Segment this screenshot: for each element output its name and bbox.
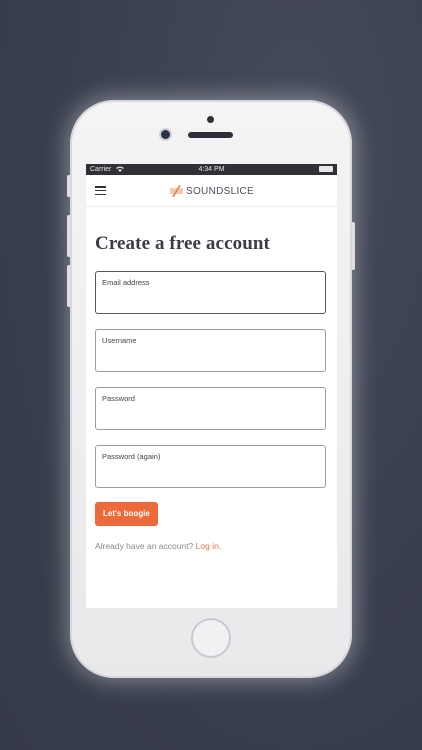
menu-icon[interactable] [95, 186, 106, 196]
status-bar: Carrier 4:34 PM [86, 164, 337, 175]
login-prompt-suffix: . [218, 541, 222, 551]
email-input[interactable] [102, 290, 319, 308]
status-time: 4:34 PM [198, 166, 225, 173]
app-header: SOUNDSLICE [86, 175, 337, 207]
submit-button[interactable]: Let's boogie [95, 502, 158, 526]
soundslice-logo-mark [170, 184, 183, 198]
brand-logo[interactable]: SOUNDSLICE [170, 183, 254, 199]
app-screen: Carrier 4:34 PM SOUNDSLICE Create a free… [86, 164, 337, 608]
proximity-sensor [207, 116, 214, 123]
front-camera [161, 130, 170, 139]
password-input[interactable] [102, 406, 319, 424]
brand-name: SOUNDSLICE [186, 185, 255, 197]
login-prompt: Already have an account? Log in. [95, 541, 328, 551]
username-field[interactable]: Username [95, 329, 326, 372]
password-confirm-label: Password (again) [102, 452, 161, 461]
earpiece-speaker [188, 132, 233, 138]
battery-icon [319, 166, 333, 172]
home-button[interactable] [191, 618, 231, 658]
page-title: Create a free account [95, 233, 270, 254]
login-link[interactable]: Log in [196, 541, 219, 551]
signup-content: Create a free account Email address User… [86, 233, 337, 551]
username-input[interactable] [102, 348, 319, 366]
email-field[interactable]: Email address [95, 271, 326, 314]
password-confirm-field[interactable]: Password (again) [95, 445, 326, 488]
username-label: Username [102, 336, 137, 345]
email-label: Email address [102, 278, 150, 287]
password-confirm-input[interactable] [102, 464, 319, 482]
password-field[interactable]: Password [95, 387, 326, 430]
password-label: Password [102, 394, 135, 403]
login-prompt-text: Already have an account? [95, 541, 194, 551]
